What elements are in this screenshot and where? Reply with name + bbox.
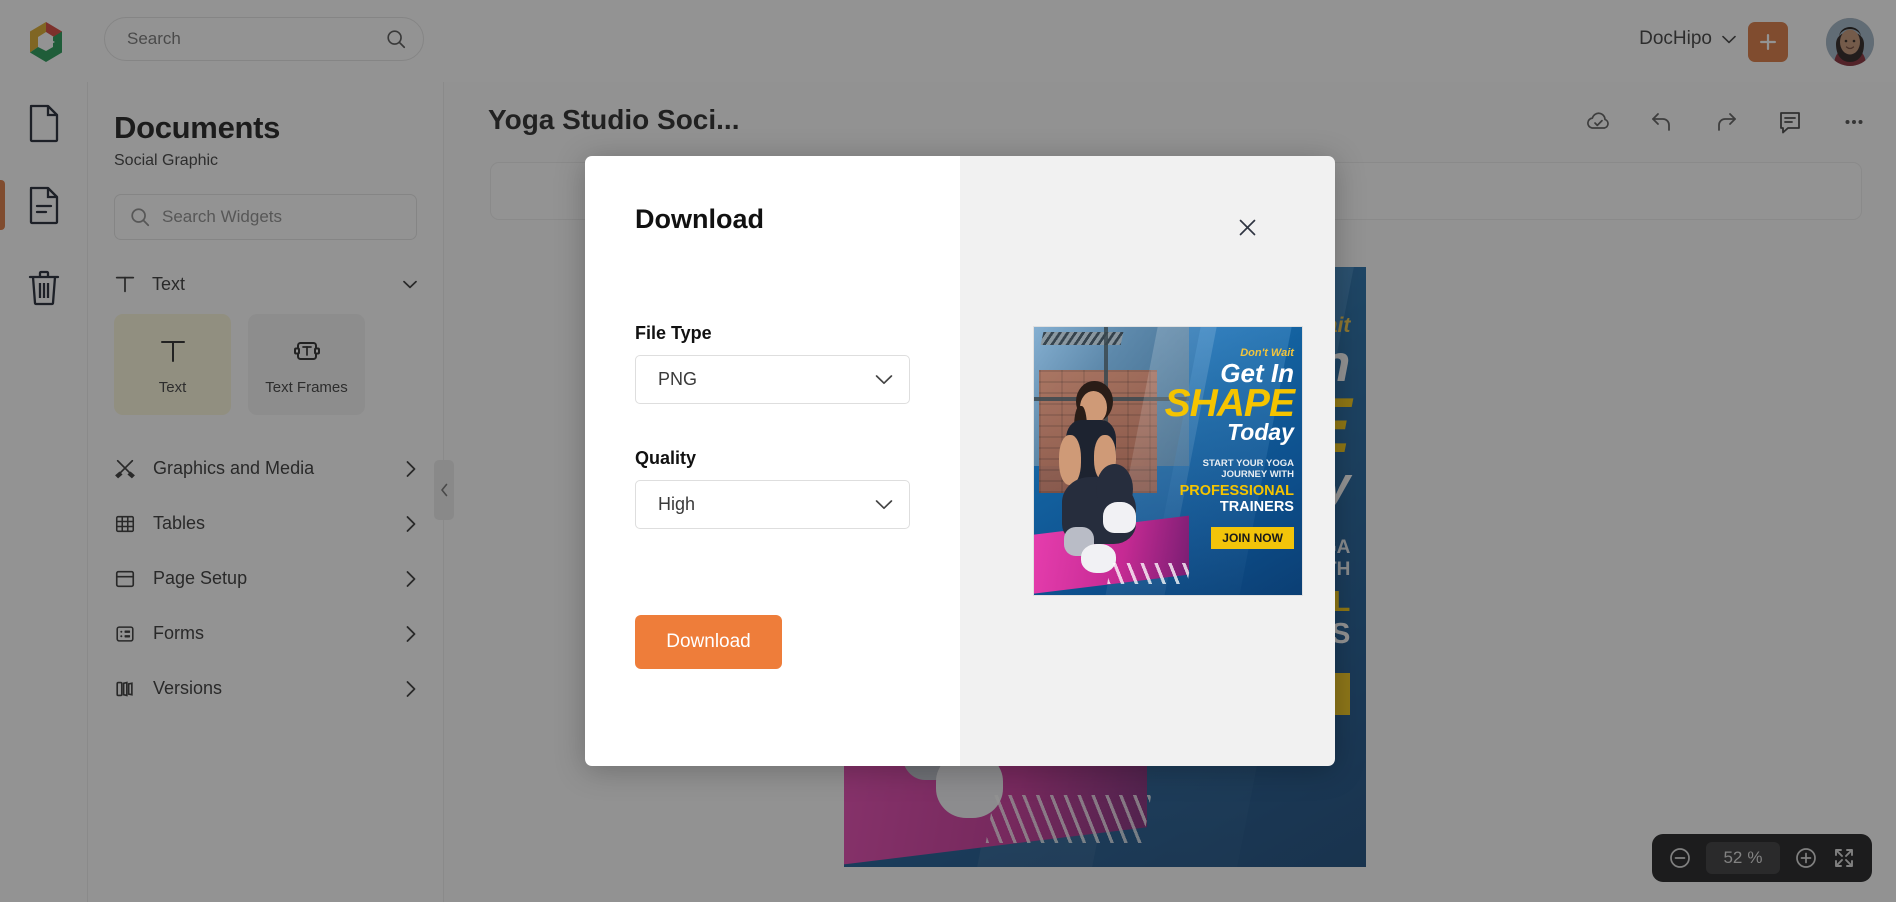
download-modal: Download File Type PNG Quality High Down… xyxy=(585,156,1335,766)
poster-copy-block-thumb: Don't Wait Get In SHAPE Today START YOUR… xyxy=(1155,348,1295,550)
close-x-icon xyxy=(1239,219,1255,235)
close-modal-button[interactable] xyxy=(1232,212,1262,242)
poster-chevron-arrows xyxy=(1107,562,1192,585)
file-type-select[interactable]: PNG xyxy=(635,355,910,404)
chevron-down-icon xyxy=(875,500,893,510)
poster-line-shape: SHAPE xyxy=(1164,382,1295,426)
poster-line-trainers: TRAINERS xyxy=(1219,499,1294,516)
app-root: Search DocHipo xyxy=(0,0,1896,902)
poster-cta-join-now: JOIN NOW xyxy=(1211,527,1294,550)
download-submit-button[interactable]: Download xyxy=(635,615,782,669)
file-type-value: PNG xyxy=(658,369,698,389)
poster-design-thumbnail: Don't Wait Get In SHAPE Today START YOUR… xyxy=(1034,327,1302,595)
document-preview-thumbnail: Don't Wait Get In SHAPE Today START YOUR… xyxy=(1033,326,1303,596)
download-modal-title: Download xyxy=(635,204,764,234)
quality-field: Quality High xyxy=(635,448,910,529)
poster-woman-photo xyxy=(1039,380,1162,590)
poster-line-professional: PROFESSIONAL xyxy=(1179,483,1294,500)
poster-ceiling-grill xyxy=(1040,332,1124,346)
quality-value: High xyxy=(658,494,696,514)
file-type-field: File Type PNG xyxy=(635,323,910,404)
chevron-down-icon xyxy=(875,375,893,385)
download-modal-form: Download File Type PNG Quality High Down… xyxy=(585,156,960,766)
quality-label: Quality xyxy=(635,448,697,468)
poster-line-start: START YOUR YOGA JOURNEY WITH xyxy=(1202,458,1294,481)
download-modal-preview-pane: Don't Wait Get In SHAPE Today START YOUR… xyxy=(960,156,1335,766)
quality-select[interactable]: High xyxy=(635,480,910,529)
file-type-label: File Type xyxy=(635,323,712,343)
